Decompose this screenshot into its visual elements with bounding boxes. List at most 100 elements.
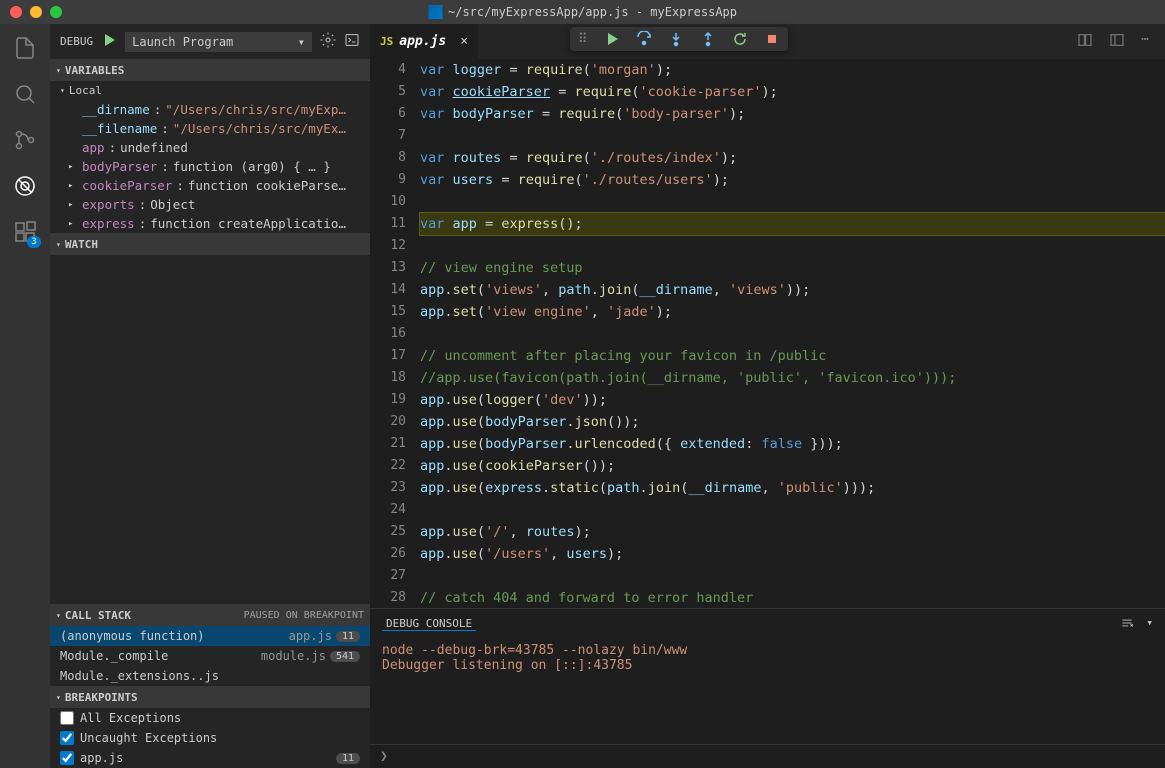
line-number[interactable]: 15 bbox=[370, 301, 406, 323]
console-icon[interactable] bbox=[344, 32, 360, 52]
variable-row[interactable]: ▸exports: Object bbox=[50, 195, 370, 214]
code-line[interactable]: app.use(cookieParser()); bbox=[420, 455, 1165, 477]
code-line[interactable]: // view engine setup bbox=[420, 257, 1165, 279]
start-debug-button[interactable] bbox=[101, 32, 117, 52]
gear-icon[interactable] bbox=[320, 32, 336, 52]
code-line[interactable] bbox=[420, 323, 1165, 345]
breakpoint-checkbox[interactable] bbox=[60, 731, 74, 745]
variable-row[interactable]: __dirname: "/Users/chris/src/myExp… bbox=[50, 100, 370, 119]
window-close-button[interactable] bbox=[10, 6, 22, 18]
code-line[interactable]: app.use('/users', users); bbox=[420, 543, 1165, 565]
code-line[interactable]: //app.use(favicon(path.join(__dirname, '… bbox=[420, 367, 1165, 389]
code-line[interactable]: app.set('view engine', 'jade'); bbox=[420, 301, 1165, 323]
line-number[interactable]: 21 bbox=[370, 433, 406, 455]
chevron-down-icon[interactable]: ▾ bbox=[1146, 616, 1153, 633]
breakpoint-row[interactable]: app.js11 bbox=[50, 748, 370, 768]
code-line[interactable]: app.use(bodyParser.json()); bbox=[420, 411, 1165, 433]
line-number[interactable]: 18 bbox=[370, 367, 406, 389]
callstack-frame[interactable]: Module._compilemodule.js541 bbox=[50, 646, 370, 666]
line-number[interactable]: 9 bbox=[370, 169, 406, 191]
debug-toolbar[interactable]: ⠿ bbox=[570, 27, 788, 51]
line-number[interactable]: 24 bbox=[370, 499, 406, 521]
editor-tab-appjs[interactable]: JS app.js × bbox=[370, 24, 478, 59]
split-editor-icon[interactable] bbox=[1077, 32, 1093, 52]
source-control-icon[interactable] bbox=[11, 126, 39, 154]
code-line[interactable]: app.set('views', path.join(__dirname, 'v… bbox=[420, 279, 1165, 301]
code-line[interactable]: // uncomment after placing your favicon … bbox=[420, 345, 1165, 367]
variable-row[interactable]: ▸cookieParser: function cookieParse… bbox=[50, 176, 370, 195]
variable-row[interactable]: ▸bodyParser: function (arg0) { … } bbox=[50, 157, 370, 176]
code-line[interactable] bbox=[420, 235, 1165, 257]
variables-scope-local[interactable]: ▾ Local bbox=[50, 81, 370, 100]
layout-icon[interactable] bbox=[1109, 32, 1125, 52]
variable-row[interactable]: ▸express: function createApplicatio… bbox=[50, 214, 370, 233]
line-number[interactable]: 22 bbox=[370, 455, 406, 477]
debug-icon[interactable] bbox=[11, 172, 39, 200]
step-out-button[interactable] bbox=[700, 31, 716, 47]
explorer-icon[interactable] bbox=[11, 34, 39, 62]
code-line[interactable] bbox=[420, 499, 1165, 521]
search-icon[interactable] bbox=[11, 80, 39, 108]
line-number[interactable]: 11 bbox=[370, 213, 406, 235]
callstack-frame[interactable]: (anonymous function)app.js11 bbox=[50, 626, 370, 646]
step-into-button[interactable] bbox=[668, 31, 684, 47]
code-line[interactable] bbox=[420, 191, 1165, 213]
watch-header[interactable]: ▾ WATCH bbox=[50, 233, 370, 255]
stop-button[interactable] bbox=[764, 31, 780, 47]
close-icon[interactable]: × bbox=[460, 34, 468, 49]
line-number[interactable]: 27 bbox=[370, 565, 406, 587]
line-number[interactable]: 20 bbox=[370, 411, 406, 433]
debug-console-input[interactable]: ❯ bbox=[370, 744, 1165, 768]
code-line[interactable] bbox=[420, 125, 1165, 147]
code-line[interactable]: // catch 404 and forward to error handle… bbox=[420, 587, 1165, 608]
debug-console-tab[interactable]: DEBUG CONSOLE bbox=[382, 617, 476, 631]
code-line[interactable]: var cookieParser = require('cookie-parse… bbox=[420, 81, 1165, 103]
editor[interactable]: 4567891011121314151617181920212223242526… bbox=[370, 59, 1165, 608]
code-line[interactable]: app.use(bodyParser.urlencoded({ extended… bbox=[420, 433, 1165, 455]
code-line[interactable]: var users = require('./routes/users'); bbox=[420, 169, 1165, 191]
code-line[interactable]: app.use(logger('dev')); bbox=[420, 389, 1165, 411]
line-number[interactable]: 8 bbox=[370, 147, 406, 169]
code-line[interactable]: var app = express(); bbox=[420, 213, 1165, 235]
line-number[interactable]: 19 bbox=[370, 389, 406, 411]
breakpoint-checkbox[interactable] bbox=[60, 711, 74, 725]
line-number[interactable]: 5 bbox=[370, 81, 406, 103]
variable-row[interactable]: app: undefined bbox=[50, 138, 370, 157]
line-number[interactable]: 23 bbox=[370, 477, 406, 499]
line-number[interactable]: 12 bbox=[370, 235, 406, 257]
window-maximize-button[interactable] bbox=[50, 6, 62, 18]
line-number[interactable]: 28 bbox=[370, 587, 406, 608]
code-line[interactable] bbox=[420, 565, 1165, 587]
restart-button[interactable] bbox=[732, 31, 748, 47]
line-number[interactable]: 26 bbox=[370, 543, 406, 565]
callstack-frame[interactable]: Module._extensions..js bbox=[50, 666, 370, 686]
code-line[interactable]: var logger = require('morgan'); bbox=[420, 59, 1165, 81]
line-number[interactable]: 25 bbox=[370, 521, 406, 543]
more-icon[interactable]: ⋯ bbox=[1141, 32, 1149, 52]
line-number[interactable]: 7 bbox=[370, 125, 406, 147]
line-number[interactable]: 4 bbox=[370, 59, 406, 81]
line-number[interactable]: 14 bbox=[370, 279, 406, 301]
code-line[interactable]: var bodyParser = require('body-parser'); bbox=[420, 103, 1165, 125]
window-minimize-button[interactable] bbox=[30, 6, 42, 18]
variables-header[interactable]: ▾ VARIABLES bbox=[50, 59, 370, 81]
debug-console-output[interactable]: node --debug-brk=43785 --nolazy bin/wwwD… bbox=[370, 639, 1165, 744]
breakpoint-row[interactable]: Uncaught Exceptions bbox=[50, 728, 370, 748]
drag-handle-icon[interactable]: ⠿ bbox=[578, 32, 588, 47]
line-number[interactable]: 16 bbox=[370, 323, 406, 345]
variable-row[interactable]: __filename: "/Users/chris/src/myEx… bbox=[50, 119, 370, 138]
line-number[interactable]: 13 bbox=[370, 257, 406, 279]
callstack-header[interactable]: ▾ CALL STACK PAUSED ON BREAKPOINT bbox=[50, 604, 370, 626]
breakpoints-header[interactable]: ▾ BREAKPOINTS bbox=[50, 686, 370, 708]
breakpoint-checkbox[interactable] bbox=[60, 751, 74, 765]
code-body[interactable]: var logger = require('morgan');var cooki… bbox=[420, 59, 1165, 608]
clear-console-icon[interactable] bbox=[1120, 616, 1134, 633]
code-line[interactable]: app.use(express.static(path.join(__dirna… bbox=[420, 477, 1165, 499]
gutter[interactable]: 4567891011121314151617181920212223242526… bbox=[370, 59, 420, 608]
step-over-button[interactable] bbox=[636, 31, 652, 47]
code-line[interactable]: var routes = require('./routes/index'); bbox=[420, 147, 1165, 169]
debug-config-dropdown[interactable]: Launch Program ▾ bbox=[125, 32, 312, 52]
line-number[interactable]: 6 bbox=[370, 103, 406, 125]
breakpoint-row[interactable]: All Exceptions bbox=[50, 708, 370, 728]
line-number[interactable]: 10 bbox=[370, 191, 406, 213]
